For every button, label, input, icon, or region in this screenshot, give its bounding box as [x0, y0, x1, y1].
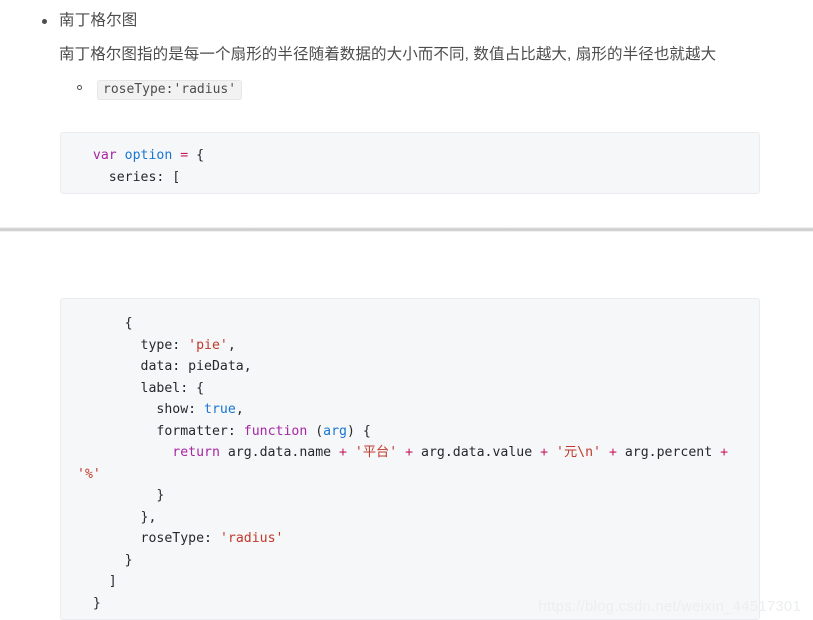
code-token: , — [235, 402, 244, 418]
section-divider — [0, 227, 813, 232]
code-line: } — [77, 593, 745, 615]
code-token: type: — [77, 337, 189, 353]
code-line: type: 'pie', — [77, 335, 745, 357]
code-token: { — [188, 148, 205, 164]
code-line: formatter: function (arg) { — [77, 421, 745, 443]
code-token: arg.data.value — [413, 445, 541, 461]
code-line: { — [77, 313, 745, 335]
code-line: } — [77, 550, 745, 572]
section-title: 南丁格尔图 — [59, 12, 138, 29]
code-token: + — [720, 445, 729, 461]
code-block-bottom[interactable]: { type: 'pie', data: pieData, label: { s… — [60, 298, 760, 620]
code-token: }, — [77, 509, 157, 525]
article-page: 南丁格尔图 南丁格尔图指的是每一个扇形的半径随着数据的大小而不同, 数值占比越大… — [0, 0, 813, 620]
code-line: } — [77, 485, 745, 507]
code-line: ] — [77, 571, 745, 593]
code-token: arg.percent — [616, 445, 721, 461]
sub-list: roseType:'radius' — [59, 78, 792, 101]
code-token: + — [540, 445, 549, 461]
code-line: return arg.data.name + '平台' + arg.data.v… — [77, 442, 745, 485]
code-token: 'pie' — [188, 337, 228, 353]
code-line: series: [ — [77, 167, 745, 189]
code-token: formatter: — [77, 423, 244, 439]
code-line: }, — [77, 507, 745, 529]
code-token: series: [ — [77, 169, 181, 185]
sub-list-item: roseType:'radius' — [59, 78, 792, 101]
circle-bullet-icon — [77, 85, 82, 90]
code-token: + — [608, 445, 617, 461]
code-line: roseType: 'radius' — [77, 528, 745, 550]
code-line: data: pieData, — [77, 356, 745, 378]
code-token: '平台' — [354, 445, 398, 461]
code-token: ) { — [347, 423, 371, 439]
code-token: arg.data.name — [219, 445, 340, 461]
code-token: { — [77, 316, 133, 332]
code-token: + — [339, 445, 347, 461]
section-paragraph: 南丁格尔图指的是每一个扇形的半径随着数据的大小而不同, 数值占比越大, 扇形的半… — [59, 46, 717, 63]
code-token: , — [227, 337, 236, 353]
code-token: data: pieData, — [77, 359, 252, 375]
code-token: function — [243, 423, 308, 439]
code-token: option — [124, 148, 173, 164]
code-token: '%' — [77, 466, 101, 482]
code-line: show: true, — [77, 399, 745, 421]
code-token: ] — [77, 574, 117, 590]
code-token: } — [77, 552, 133, 568]
bullet-list: 南丁格尔图 南丁格尔图指的是每一个扇形的半径随着数据的大小而不同, 数值占比越大… — [22, 8, 792, 101]
code-token: true — [204, 402, 236, 418]
code-token: label: { — [77, 380, 205, 396]
code-token: return — [172, 445, 220, 461]
list-item: 南丁格尔图 南丁格尔图指的是每一个扇形的半径随着数据的大小而不同, 数值占比越大… — [22, 8, 792, 101]
code-token: show: — [77, 402, 205, 418]
code-line: label: { — [77, 378, 745, 400]
code-token: var — [92, 148, 117, 164]
code-token: } — [77, 488, 165, 504]
code-line: var option = { — [77, 145, 745, 167]
code-token: } — [77, 595, 101, 611]
code-token: 'radius' — [219, 531, 284, 547]
code-token: + — [405, 445, 414, 461]
code-token: arg — [323, 423, 347, 439]
bullet-dot-icon — [42, 19, 47, 24]
code-token: ( — [307, 423, 324, 439]
code-token: roseType: — [77, 531, 220, 547]
code-block-top[interactable]: var option = { series: [ — [60, 132, 760, 195]
inline-code-rosetype: roseType:'radius' — [97, 80, 243, 100]
code-token: '元\n' — [556, 445, 601, 461]
